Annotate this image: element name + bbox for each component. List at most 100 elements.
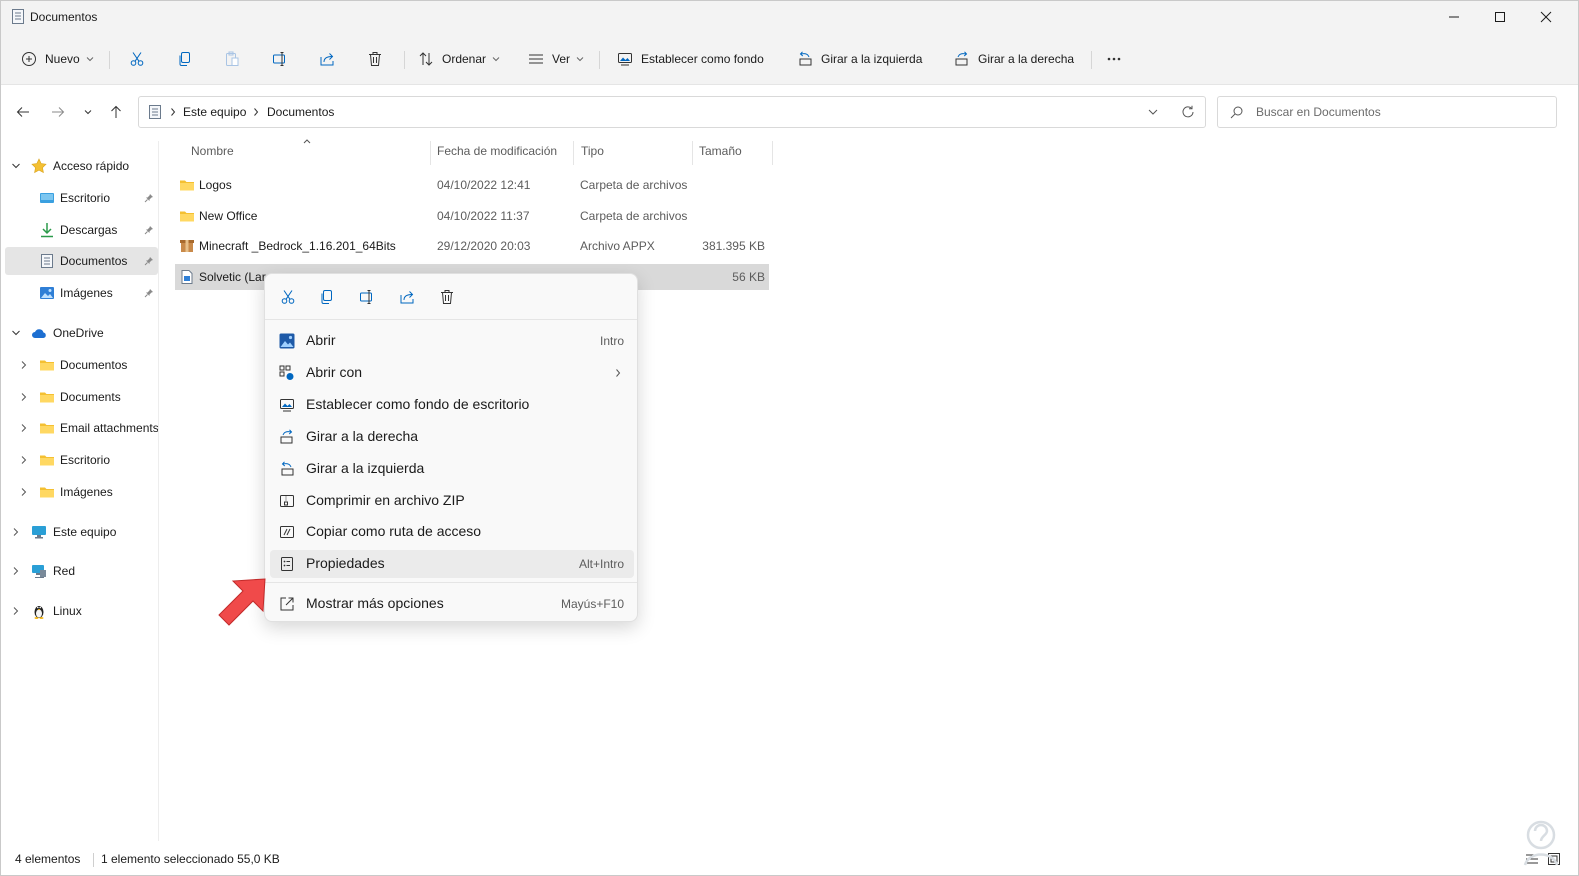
image-icon (40, 287, 54, 299)
file-row[interactable]: Minecraft _Bedrock_1.16.201_64Bits 29/12… (175, 233, 769, 259)
sidebar-item-this-pc[interactable]: Este equipo (5, 518, 158, 546)
rotate-left-label: Girar a la izquierda (821, 52, 923, 66)
breadcrumb-this-pc[interactable]: Este equipo (183, 105, 246, 119)
share-button[interactable] (319, 45, 335, 73)
chevron-right-icon[interactable] (19, 487, 29, 497)
rotate-right-button[interactable]: Girar a la derecha (954, 45, 1074, 73)
pin-icon (144, 257, 153, 266)
sort-button[interactable]: Ordenar (418, 45, 500, 73)
sidebar-item-onedrive-documentos[interactable]: Documentos (5, 351, 158, 379)
column-header-type[interactable]: Tipo (581, 144, 604, 162)
search-input[interactable] (1256, 103, 1546, 121)
menu-item-properties[interactable]: Propiedades Alt+Intro (270, 550, 634, 578)
chevron-down-icon (86, 57, 94, 62)
folder-icon (40, 360, 54, 371)
column-header-name[interactable]: Nombre (191, 144, 234, 162)
context-delete-button[interactable] (437, 287, 457, 307)
context-share-button[interactable] (397, 287, 417, 307)
sidebar-item-documents[interactable]: Documentos (5, 247, 158, 275)
menu-item-show-more-options[interactable]: Mostrar más opciones Mayús+F10 (270, 590, 634, 618)
sidebar-item-label: Descargas (60, 223, 118, 237)
file-row[interactable]: New Office 04/10/2022 11:37 Carpeta de a… (175, 203, 769, 229)
new-button[interactable]: Nuevo (21, 45, 94, 73)
menu-item-rotate-right[interactable]: Girar a la derecha (270, 423, 634, 451)
column-divider[interactable] (430, 141, 431, 165)
column-header-modified[interactable]: Fecha de modificación (437, 144, 557, 162)
breadcrumb-documents[interactable]: Documentos (267, 105, 334, 119)
file-modified: 04/10/2022 12:41 (437, 178, 531, 192)
menu-item-rotate-left[interactable]: Girar a la izquierda (270, 455, 634, 483)
view-button[interactable]: Ver (528, 45, 584, 73)
forward-button[interactable] (47, 101, 69, 123)
paste-button[interactable] (224, 45, 240, 73)
menu-item-open[interactable]: Abrir Intro (270, 327, 634, 355)
folder-icon (40, 455, 54, 466)
sidebar-item-downloads[interactable]: Descargas (5, 216, 158, 244)
close-button[interactable] (1523, 1, 1569, 33)
menu-item-set-wallpaper[interactable]: Establecer como fondo de escritorio (270, 391, 634, 419)
cloud-icon (32, 329, 46, 338)
chevron-down-icon[interactable] (11, 161, 21, 171)
context-cut-button[interactable] (278, 287, 298, 307)
context-copy-button[interactable] (317, 287, 337, 307)
menu-item-copy-path[interactable]: Copiar como ruta de acceso (270, 518, 634, 546)
sidebar-item-network[interactable]: Red (5, 557, 158, 585)
document-icon (149, 105, 161, 119)
chevron-down-icon[interactable] (1147, 106, 1159, 118)
maximize-button[interactable] (1477, 1, 1523, 33)
recent-locations-button[interactable] (77, 101, 99, 123)
plus-circle-icon (22, 52, 36, 66)
file-modified: 04/10/2022 11:37 (437, 209, 530, 223)
rename-icon (360, 290, 372, 304)
more-options-button[interactable] (1106, 45, 1122, 73)
chevron-right-icon[interactable] (11, 527, 21, 537)
chevron-right-icon[interactable] (19, 423, 29, 433)
sidebar-item-email-attachments[interactable]: Email attachments (5, 414, 158, 442)
menu-item-shortcut: Alt+Intro (578, 557, 624, 571)
address-bar[interactable]: Este equipo Documentos (138, 96, 1206, 128)
download-icon (41, 223, 53, 238)
back-button[interactable] (12, 101, 34, 123)
file-name: Logos (199, 178, 232, 192)
linux-penguin-icon (34, 606, 44, 619)
file-row[interactable]: Logos 04/10/2022 12:41 Carpeta de archiv… (175, 172, 769, 198)
context-rename-button[interactable] (357, 287, 377, 307)
refresh-icon[interactable] (1181, 105, 1195, 119)
menu-item-shortcut: Intro (599, 334, 624, 348)
sort-ascending-icon (303, 139, 311, 144)
chevron-down-icon[interactable] (11, 328, 21, 338)
chevron-right-icon[interactable] (11, 606, 21, 616)
sidebar-item-linux[interactable]: Linux (5, 597, 158, 625)
sidebar-item-onedrive-pictures[interactable]: Imágenes (5, 478, 158, 506)
sidebar-item-onedrive[interactable]: OneDrive (5, 319, 158, 347)
sidebar-item-quick-access[interactable]: Acceso rápido (5, 152, 158, 180)
minimize-button[interactable] (1431, 1, 1477, 33)
cut-button[interactable] (129, 45, 145, 73)
delete-button[interactable] (367, 45, 383, 73)
chevron-right-icon[interactable] (19, 360, 29, 370)
folder-icon (180, 180, 194, 191)
chevron-right-icon[interactable] (11, 566, 21, 576)
toolbar-divider (404, 51, 405, 69)
column-divider[interactable] (772, 141, 773, 165)
folder-icon (40, 487, 54, 498)
sidebar-item-pictures[interactable]: Imágenes (5, 279, 158, 307)
folder-icon (40, 392, 54, 403)
copy-button[interactable] (177, 45, 193, 73)
sidebar-item-label: Linux (53, 604, 82, 618)
rename-button[interactable] (272, 45, 288, 73)
up-button[interactable] (105, 101, 127, 123)
chevron-right-icon[interactable] (19, 455, 29, 465)
set-background-button[interactable]: Establecer como fondo (617, 45, 764, 73)
column-divider[interactable] (573, 141, 574, 165)
chevron-right-icon[interactable] (19, 392, 29, 402)
sidebar-item-onedrive-documents[interactable]: Documents (5, 383, 158, 411)
column-divider[interactable] (692, 141, 693, 165)
computer-icon (32, 526, 46, 539)
menu-item-open-with[interactable]: Abrir con (270, 359, 634, 387)
rotate-left-button[interactable]: Girar a la izquierda (797, 45, 922, 73)
sidebar-item-desktop[interactable]: Escritorio (5, 184, 158, 212)
sidebar-item-onedrive-desktop[interactable]: Escritorio (5, 446, 158, 474)
column-header-size[interactable]: Tamaño (699, 144, 742, 162)
menu-item-compress-zip[interactable]: Comprimir en archivo ZIP (270, 487, 634, 515)
